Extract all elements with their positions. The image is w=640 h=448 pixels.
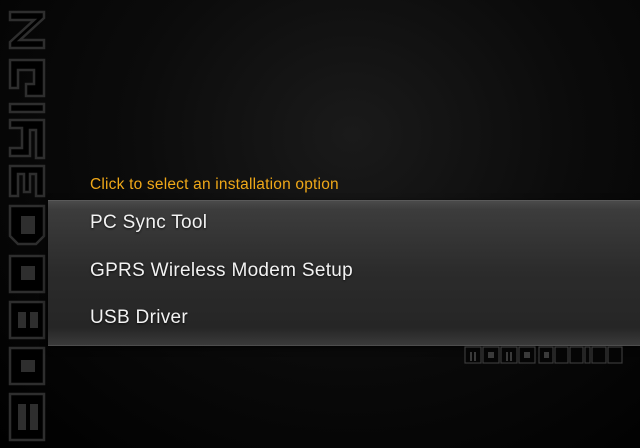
momodesign-vertical-logo bbox=[8, 10, 46, 442]
option-gprs-wireless-modem-setup[interactable]: GPRS Wireless Modem Setup bbox=[90, 260, 353, 282]
installation-prompt: Click to select an installation option bbox=[90, 176, 339, 193]
momodesign-horizontal-logo bbox=[464, 346, 623, 364]
installer-window: Click to select an installation option P… bbox=[0, 0, 640, 448]
option-pc-sync-tool[interactable]: PC Sync Tool bbox=[90, 212, 207, 234]
option-usb-driver[interactable]: USB Driver bbox=[90, 307, 188, 329]
installation-options-menu: PC Sync Tool GPRS Wireless Modem Setup U… bbox=[48, 200, 640, 346]
